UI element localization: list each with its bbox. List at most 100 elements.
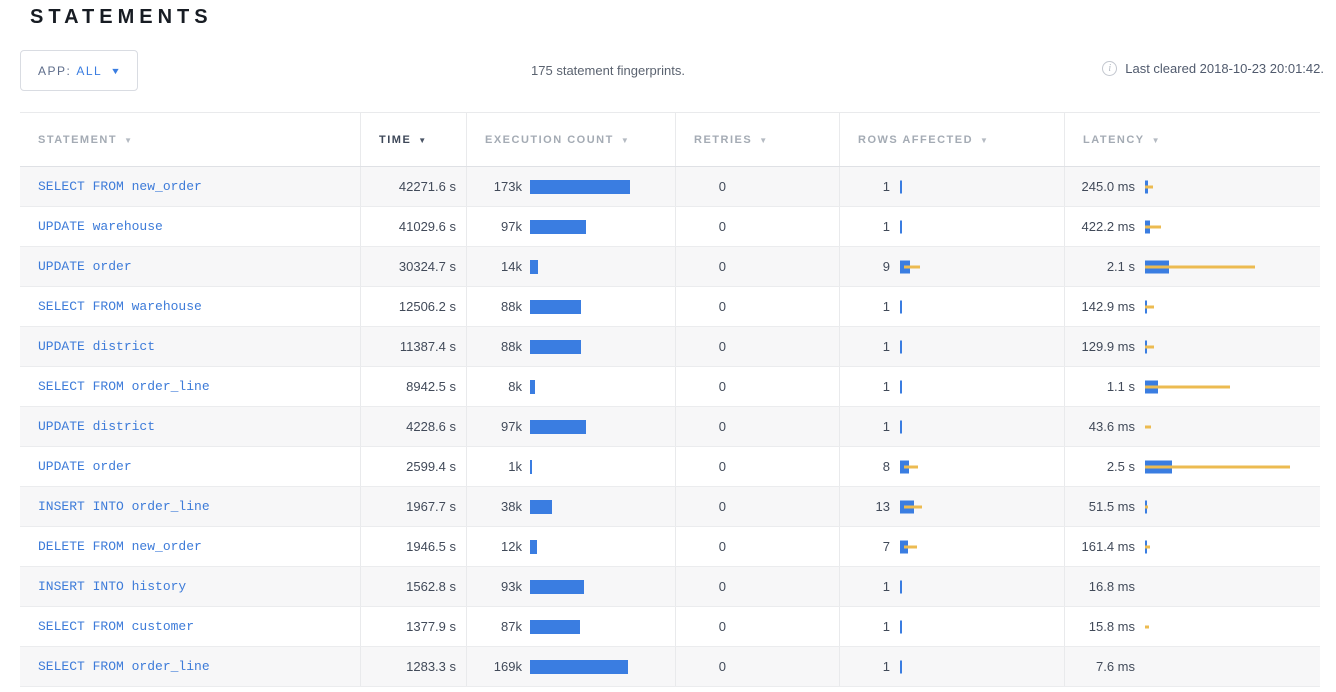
rows-affected-value: 13 [840,499,890,514]
rows-affected-bar-chart [900,377,1064,397]
latency-bar-chart [1145,497,1320,517]
column-header-retries[interactable]: RETRIES ▼ [676,113,840,166]
execution-count-bar-chart [530,617,675,637]
rows-affected-value: 9 [840,259,890,274]
execution-count-bar-chart [530,257,675,277]
table-row: UPDATE order 2599.4 s 1k 0 8 2.5 s [20,447,1320,487]
latency-bar-chart [1145,337,1320,357]
time-value: 8942.5 s [406,379,456,394]
retries-value: 0 [676,419,726,434]
execution-count-bar-chart [530,537,675,557]
rows-affected-bar-chart [900,657,1064,677]
rows-affected-mean-bar [900,580,902,593]
latency-stddev-line [1145,425,1151,428]
rows-affected-value: 1 [840,659,890,674]
statement-link[interactable]: UPDATE warehouse [38,219,163,234]
latency-bar-chart [1145,577,1320,597]
rows-affected-bar-chart [900,577,1064,597]
time-value: 1946.5 s [406,539,456,554]
execution-count-bar [530,380,535,394]
execution-count-bar-chart [530,657,675,677]
column-header-statement[interactable]: STATEMENT ▼ [20,113,361,166]
execution-count-value: 8k [467,379,522,394]
column-label: EXECUTION COUNT [485,134,614,146]
execution-count-bar-chart [530,497,675,517]
latency-stddev-line [1145,385,1230,388]
statement-link[interactable]: UPDATE district [38,419,155,434]
statement-link[interactable]: UPDATE order [38,459,132,474]
rows-affected-bar-chart [900,617,1064,637]
column-header-rows-affected[interactable]: ROWS AFFECTED ▼ [840,113,1065,166]
rows-affected-bar-chart [900,537,1064,557]
execution-count-bar-chart [530,297,675,317]
statements-table: STATEMENT ▼ TIME ▼ EXECUTION COUNT ▼ RET… [20,112,1320,687]
retries-value: 0 [676,579,726,594]
rows-affected-value: 1 [840,299,890,314]
retries-value: 0 [676,339,726,354]
rows-affected-bar-chart [900,457,1064,477]
retries-value: 0 [676,499,726,514]
execution-count-value: 87k [467,619,522,634]
app-filter-dropdown[interactable]: APP: ALL ▼ [20,50,138,91]
rows-affected-value: 1 [840,419,890,434]
execution-count-value: 14k [467,259,522,274]
statement-link[interactable]: SELECT FROM order_line [38,379,210,394]
statement-link[interactable]: SELECT FROM order_line [38,659,210,674]
page-title: STATEMENTS [30,6,213,29]
execution-count-bar [530,340,581,354]
column-label: TIME [379,134,411,146]
statement-link[interactable]: INSERT INTO order_line [38,499,210,514]
rows-affected-stddev-line [904,545,917,548]
retries-value: 0 [676,659,726,674]
execution-count-bar [530,500,552,514]
table-header: STATEMENT ▼ TIME ▼ EXECUTION COUNT ▼ RET… [20,113,1320,167]
rows-affected-mean-bar [900,380,902,393]
rows-affected-bar-chart [900,257,1064,277]
time-value: 42271.6 s [399,179,456,194]
rows-affected-mean-bar [900,300,902,313]
time-value: 2599.4 s [406,459,456,474]
execution-count-value: 97k [467,419,522,434]
statement-link[interactable]: SELECT FROM customer [38,619,194,634]
statement-link[interactable]: SELECT FROM warehouse [38,299,202,314]
statement-link[interactable]: SELECT FROM new_order [38,179,202,194]
execution-count-value: 88k [467,299,522,314]
statement-link[interactable]: UPDATE order [38,259,132,274]
execution-count-bar-chart [530,577,675,597]
last-cleared-status: i Last cleared 2018-10-23 20:01:42. [1102,61,1324,76]
latency-bar-chart [1145,617,1320,637]
table-row: UPDATE warehouse 41029.6 s 97k 0 1 422.2… [20,207,1320,247]
latency-bar-chart [1145,377,1320,397]
rows-affected-value: 1 [840,219,890,234]
table-row: SELECT FROM warehouse 12506.2 s 88k 0 1 … [20,287,1320,327]
last-cleared-text: Last cleared 2018-10-23 20:01:42. [1125,61,1324,76]
column-header-latency[interactable]: LATENCY ▼ [1065,113,1320,166]
execution-count-bar-chart [530,177,675,197]
rows-affected-value: 1 [840,379,890,394]
sort-desc-icon: ▼ [621,135,630,145]
table-body: SELECT FROM new_order 42271.6 s 173k 0 1… [20,167,1320,687]
execution-count-value: 38k [467,499,522,514]
statement-count-summary: 175 statement fingerprints. [531,63,685,78]
rows-affected-bar-chart [900,297,1064,317]
execution-count-bar [530,220,586,234]
statement-link[interactable]: UPDATE district [38,339,155,354]
latency-bar-chart [1145,177,1320,197]
latency-value: 2.5 s [1065,459,1135,474]
latency-value: 7.6 ms [1065,659,1135,674]
table-row: SELECT FROM order_line 1283.3 s 169k 0 1… [20,647,1320,687]
statement-link[interactable]: INSERT INTO history [38,579,186,594]
retries-value: 0 [676,619,726,634]
latency-value: 1.1 s [1065,379,1135,394]
execution-count-bar [530,420,586,434]
column-header-time[interactable]: TIME ▼ [361,113,467,166]
latency-stddev-line [1145,345,1154,348]
statement-link[interactable]: DELETE FROM new_order [38,539,202,554]
retries-value: 0 [676,459,726,474]
column-label: LATENCY [1083,134,1145,146]
info-icon[interactable]: i [1102,61,1117,76]
rows-affected-bar-chart [900,497,1064,517]
column-header-execution-count[interactable]: EXECUTION COUNT ▼ [467,113,676,166]
execution-count-value: 173k [467,179,522,194]
execution-count-value: 12k [467,539,522,554]
